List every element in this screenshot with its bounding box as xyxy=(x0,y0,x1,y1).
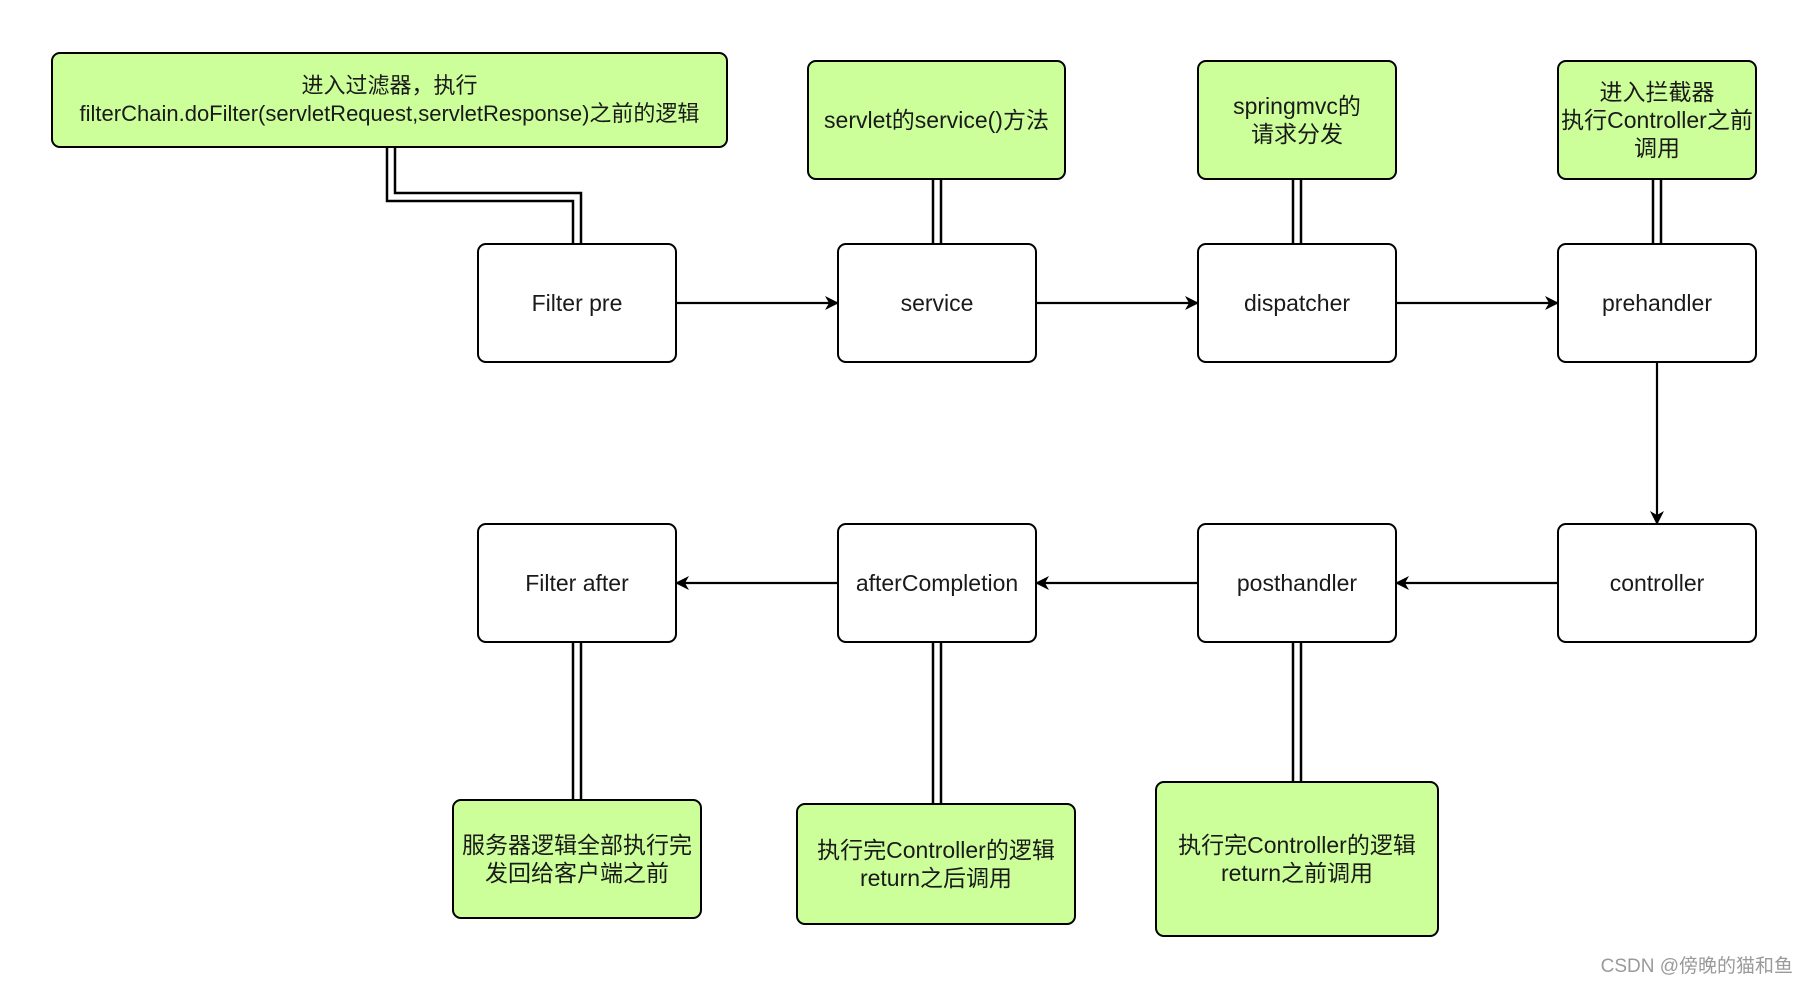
node-dispatcher[interactable]: dispatcher xyxy=(1197,243,1397,363)
note-dispatcher[interactable]: springmvc的 请求分发 xyxy=(1197,60,1397,180)
link-note-filter-pre-inner xyxy=(388,148,580,243)
note-text: 执行完Controller的逻辑 return之后调用 xyxy=(817,837,1055,891)
node-filter-after[interactable]: Filter after xyxy=(477,523,677,643)
note-text: 服务器逻辑全部执行完 发回给客户端之前 xyxy=(462,832,692,886)
node-label: service xyxy=(900,290,974,316)
note-text: 执行完Controller的逻辑 return之前调用 xyxy=(1178,832,1416,886)
node-label: posthandler xyxy=(1236,570,1358,596)
node-posthandler[interactable]: posthandler xyxy=(1197,523,1397,643)
note-prehandler[interactable]: 进入拦截器 执行Controller之前 调用 xyxy=(1557,60,1757,180)
node-controller[interactable]: controller xyxy=(1557,523,1757,643)
node-filter-pre[interactable]: Filter pre xyxy=(477,243,677,363)
watermark: CSDN @傍晚的猫和鱼 xyxy=(1600,956,1793,977)
note-text: springmvc的 请求分发 xyxy=(1233,93,1361,147)
node-label: dispatcher xyxy=(1243,290,1351,316)
note-after-completion[interactable]: 执行完Controller的逻辑 return之后调用 xyxy=(796,803,1076,925)
node-after-completion[interactable]: afterCompletion xyxy=(837,523,1037,643)
note-filter-pre[interactable]: 进入过滤器，执行 filterChain.doFilter(servletReq… xyxy=(51,52,728,148)
note-service[interactable]: servlet的service()方法 xyxy=(807,60,1066,180)
note-text: servlet的service()方法 xyxy=(824,107,1049,133)
node-label: prehandler xyxy=(1602,290,1712,316)
note-filter-after[interactable]: 服务器逻辑全部执行完 发回给客户端之前 xyxy=(452,799,702,919)
node-label: afterCompletion xyxy=(855,570,1019,596)
node-label: Filter after xyxy=(525,570,629,596)
node-label: controller xyxy=(1609,570,1705,596)
edges-layer xyxy=(675,296,1664,590)
note-posthandler[interactable]: 执行完Controller的逻辑 return之前调用 xyxy=(1155,781,1439,937)
node-prehandler[interactable]: prehandler xyxy=(1557,243,1757,363)
note-text: 进入拦截器 执行Controller之前 调用 xyxy=(1561,79,1753,161)
node-service[interactable]: service xyxy=(837,243,1037,363)
node-label: Filter pre xyxy=(531,290,623,316)
note-text: 进入过滤器，执行 filterChain.doFilter(servletReq… xyxy=(79,73,700,126)
